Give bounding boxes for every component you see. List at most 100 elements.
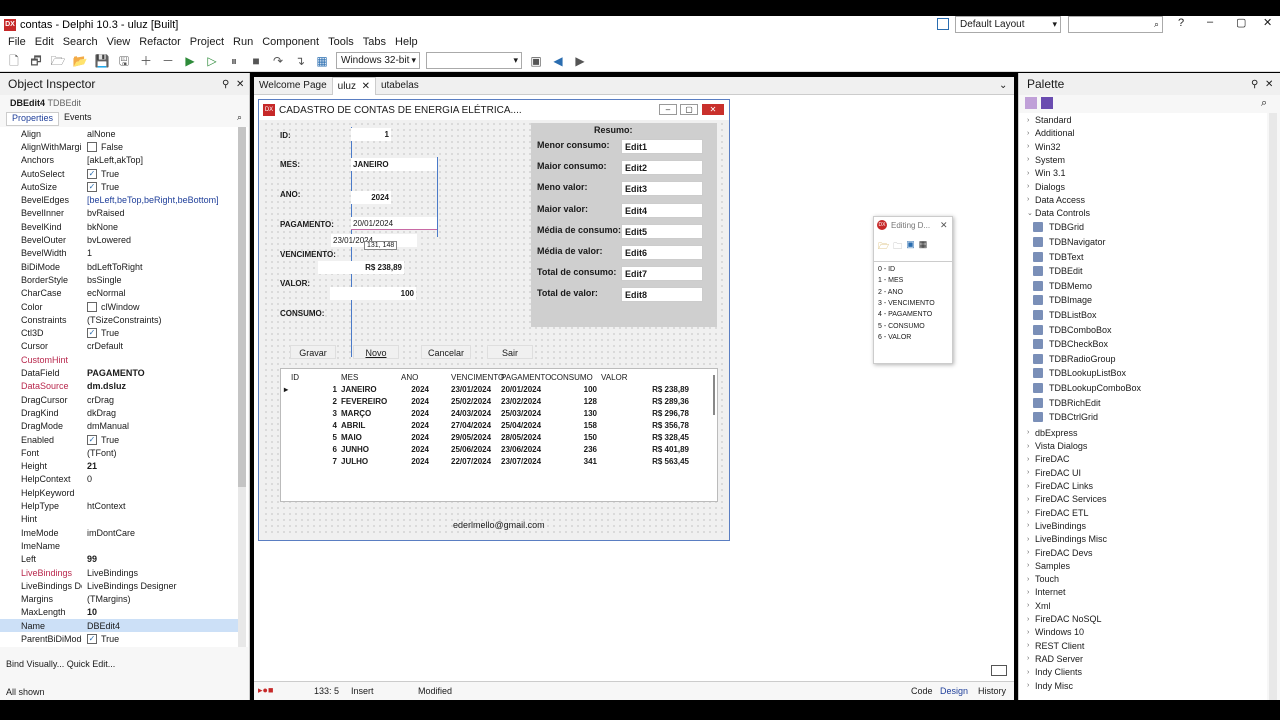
- edit-ano[interactable]: 2024: [351, 191, 391, 204]
- chevron-right-icon[interactable]: ›: [1027, 156, 1035, 163]
- close-icon[interactable]: ✕: [1263, 16, 1272, 29]
- palette-component[interactable]: TDBLookupListBox: [1033, 368, 1126, 379]
- palette-component[interactable]: TDBNavigator: [1033, 237, 1106, 247]
- palette-category[interactable]: › Windows 10: [1027, 627, 1084, 637]
- property-value[interactable]: dmManual: [82, 421, 238, 431]
- close-icon[interactable]: ✕: [236, 79, 244, 90]
- property-value[interactable]: 0: [82, 474, 238, 484]
- palette-category[interactable]: › FireDAC Links: [1027, 481, 1093, 491]
- new-file-icon[interactable]: 🗋: [6, 53, 22, 69]
- palette-category[interactable]: › Data Access: [1027, 195, 1085, 205]
- property-value[interactable]: ✓ True: [82, 434, 238, 445]
- property-row[interactable]: Enabled ✓ True: [0, 433, 238, 446]
- property-value[interactable]: bdLeftToRight: [82, 262, 238, 272]
- chevron-right-icon[interactable]: ›: [1027, 183, 1035, 190]
- palette-component[interactable]: TDBListBox: [1033, 310, 1097, 320]
- property-row[interactable]: ParentBiDiMode ✓ True: [0, 632, 238, 645]
- chevron-right-icon[interactable]: ›: [1027, 143, 1035, 150]
- checked-checkbox-icon[interactable]: ✓: [87, 168, 97, 179]
- field-link-icon[interactable]: ▣: [906, 239, 915, 255]
- property-row[interactable]: BevelWidth 1: [0, 247, 238, 260]
- property-value[interactable]: htContext: [82, 501, 238, 511]
- menu-view[interactable]: View: [107, 36, 131, 48]
- resumo-edit[interactable]: Edit2: [621, 160, 703, 176]
- property-value[interactable]: ✓ True: [82, 634, 238, 645]
- chevron-right-icon[interactable]: ›: [1027, 536, 1035, 543]
- field-list-item[interactable]: 2 - ANO: [878, 289, 903, 296]
- chevron-right-icon[interactable]: ›: [1027, 549, 1035, 556]
- inspector-scrollbar[interactable]: [238, 127, 246, 647]
- property-row[interactable]: Font (TFont): [0, 446, 238, 459]
- layout-combo[interactable]: Default Layout ▾: [955, 16, 1061, 33]
- chevron-right-icon[interactable]: ›: [1027, 443, 1035, 450]
- property-row[interactable]: Align alNone: [0, 127, 238, 140]
- palette-category[interactable]: › FireDAC NoSQL: [1027, 614, 1102, 624]
- property-row[interactable]: AlignWithMargi False: [0, 140, 238, 153]
- palette-component[interactable]: TDBLookupComboBox: [1033, 383, 1141, 393]
- palette-category[interactable]: › Win32: [1027, 142, 1061, 152]
- property-row[interactable]: LiveBindings De LiveBindings Designer: [0, 579, 238, 592]
- checked-checkbox-icon[interactable]: ✓: [87, 328, 97, 339]
- run-no-debug-icon[interactable]: ▷: [204, 53, 220, 69]
- forward-arrow-icon[interactable]: ▶: [572, 53, 588, 69]
- property-value[interactable]: dkDrag: [82, 408, 238, 418]
- run-icon[interactable]: ▶: [182, 53, 198, 69]
- save-icon[interactable]: 💾: [94, 53, 110, 69]
- field-list-item[interactable]: 5 - CONSUMO: [878, 323, 925, 330]
- property-row[interactable]: AutoSelect ✓ True: [0, 167, 238, 180]
- property-row[interactable]: Color clWindow: [0, 300, 238, 313]
- menu-tabs[interactable]: Tabs: [363, 36, 386, 48]
- palette-category[interactable]: › LiveBindings Misc: [1027, 534, 1107, 544]
- property-row[interactable]: HelpContext 0: [0, 473, 238, 486]
- palette-category[interactable]: › Xml: [1027, 601, 1051, 611]
- property-row[interactable]: Left 99: [0, 553, 238, 566]
- component-selector[interactable]: DBEdit4 TDBEdit: [0, 95, 248, 110]
- property-row[interactable]: BevelEdges [beLeft,beTop,beRight,beBottom…: [0, 194, 238, 207]
- property-row[interactable]: Height 21: [0, 460, 238, 473]
- palette-category[interactable]: ⌄ Data Controls: [1027, 208, 1090, 218]
- menu-project[interactable]: Project: [190, 36, 224, 48]
- property-value[interactable]: [beLeft,beTop,beRight,beBottom]: [82, 195, 238, 205]
- step-over-icon[interactable]: ↷: [270, 53, 286, 69]
- property-row[interactable]: ImeName: [0, 539, 238, 552]
- chevron-right-icon[interactable]: ›: [1027, 456, 1035, 463]
- chevron-right-icon[interactable]: ›: [1027, 522, 1035, 529]
- property-row[interactable]: DragKind dkDrag: [0, 406, 238, 419]
- palette-component[interactable]: TDBEdit: [1033, 266, 1083, 277]
- chevron-right-icon[interactable]: ›: [1027, 117, 1035, 124]
- resumo-edit[interactable]: Edit6: [621, 245, 703, 260]
- property-value[interactable]: 99: [82, 554, 238, 564]
- grid-column-header[interactable]: CONSUMO: [551, 373, 593, 382]
- palette-category[interactable]: › RAD Server: [1027, 654, 1083, 664]
- minimap-toggle-icon[interactable]: [991, 665, 1007, 676]
- search-icon[interactable]: ⌕: [1261, 97, 1267, 110]
- stop-icon[interactable]: ■: [248, 53, 264, 69]
- property-value[interactable]: (TMargins): [82, 594, 238, 604]
- property-row[interactable]: DataSource dm.dsluz: [0, 380, 238, 393]
- tab-design[interactable]: Design: [940, 686, 968, 696]
- layout-icon[interactable]: [937, 18, 949, 30]
- inspector-footer-links[interactable]: Bind Visually... Quick Edit...: [6, 659, 115, 669]
- property-row[interactable]: BevelKind bkNone: [0, 220, 238, 233]
- chevron-right-icon[interactable]: ›: [1027, 669, 1035, 676]
- property-row[interactable]: DragCursor crDrag: [0, 393, 238, 406]
- property-value[interactable]: dm.dsluz: [82, 381, 238, 391]
- chevron-right-icon[interactable]: ›: [1027, 576, 1035, 583]
- property-row[interactable]: ImeMode imDontCare: [0, 526, 238, 539]
- property-row[interactable]: Margins (TMargins): [0, 593, 238, 606]
- chevron-right-icon[interactable]: ›: [1027, 496, 1035, 503]
- platform-combo[interactable]: Windows 32-bit ▾: [336, 52, 420, 69]
- palette-category[interactable]: › Standard: [1027, 115, 1072, 125]
- chevron-right-icon[interactable]: ›: [1027, 642, 1035, 649]
- checked-checkbox-icon[interactable]: ✓: [87, 634, 97, 645]
- chevron-right-icon[interactable]: ›: [1027, 429, 1035, 436]
- back-arrow-icon[interactable]: ◀: [550, 53, 566, 69]
- tab-code[interactable]: Code: [911, 686, 933, 696]
- menu-tools[interactable]: Tools: [328, 36, 354, 48]
- property-value[interactable]: bkNone: [82, 222, 238, 232]
- maximize-icon[interactable]: ▢: [680, 104, 698, 115]
- palette-component[interactable]: TDBText: [1033, 251, 1084, 262]
- palette-component[interactable]: TDBGrid: [1033, 222, 1084, 233]
- palette-component[interactable]: TDBCtrlGrid: [1033, 412, 1098, 423]
- resumo-edit[interactable]: Edit4: [621, 202, 703, 218]
